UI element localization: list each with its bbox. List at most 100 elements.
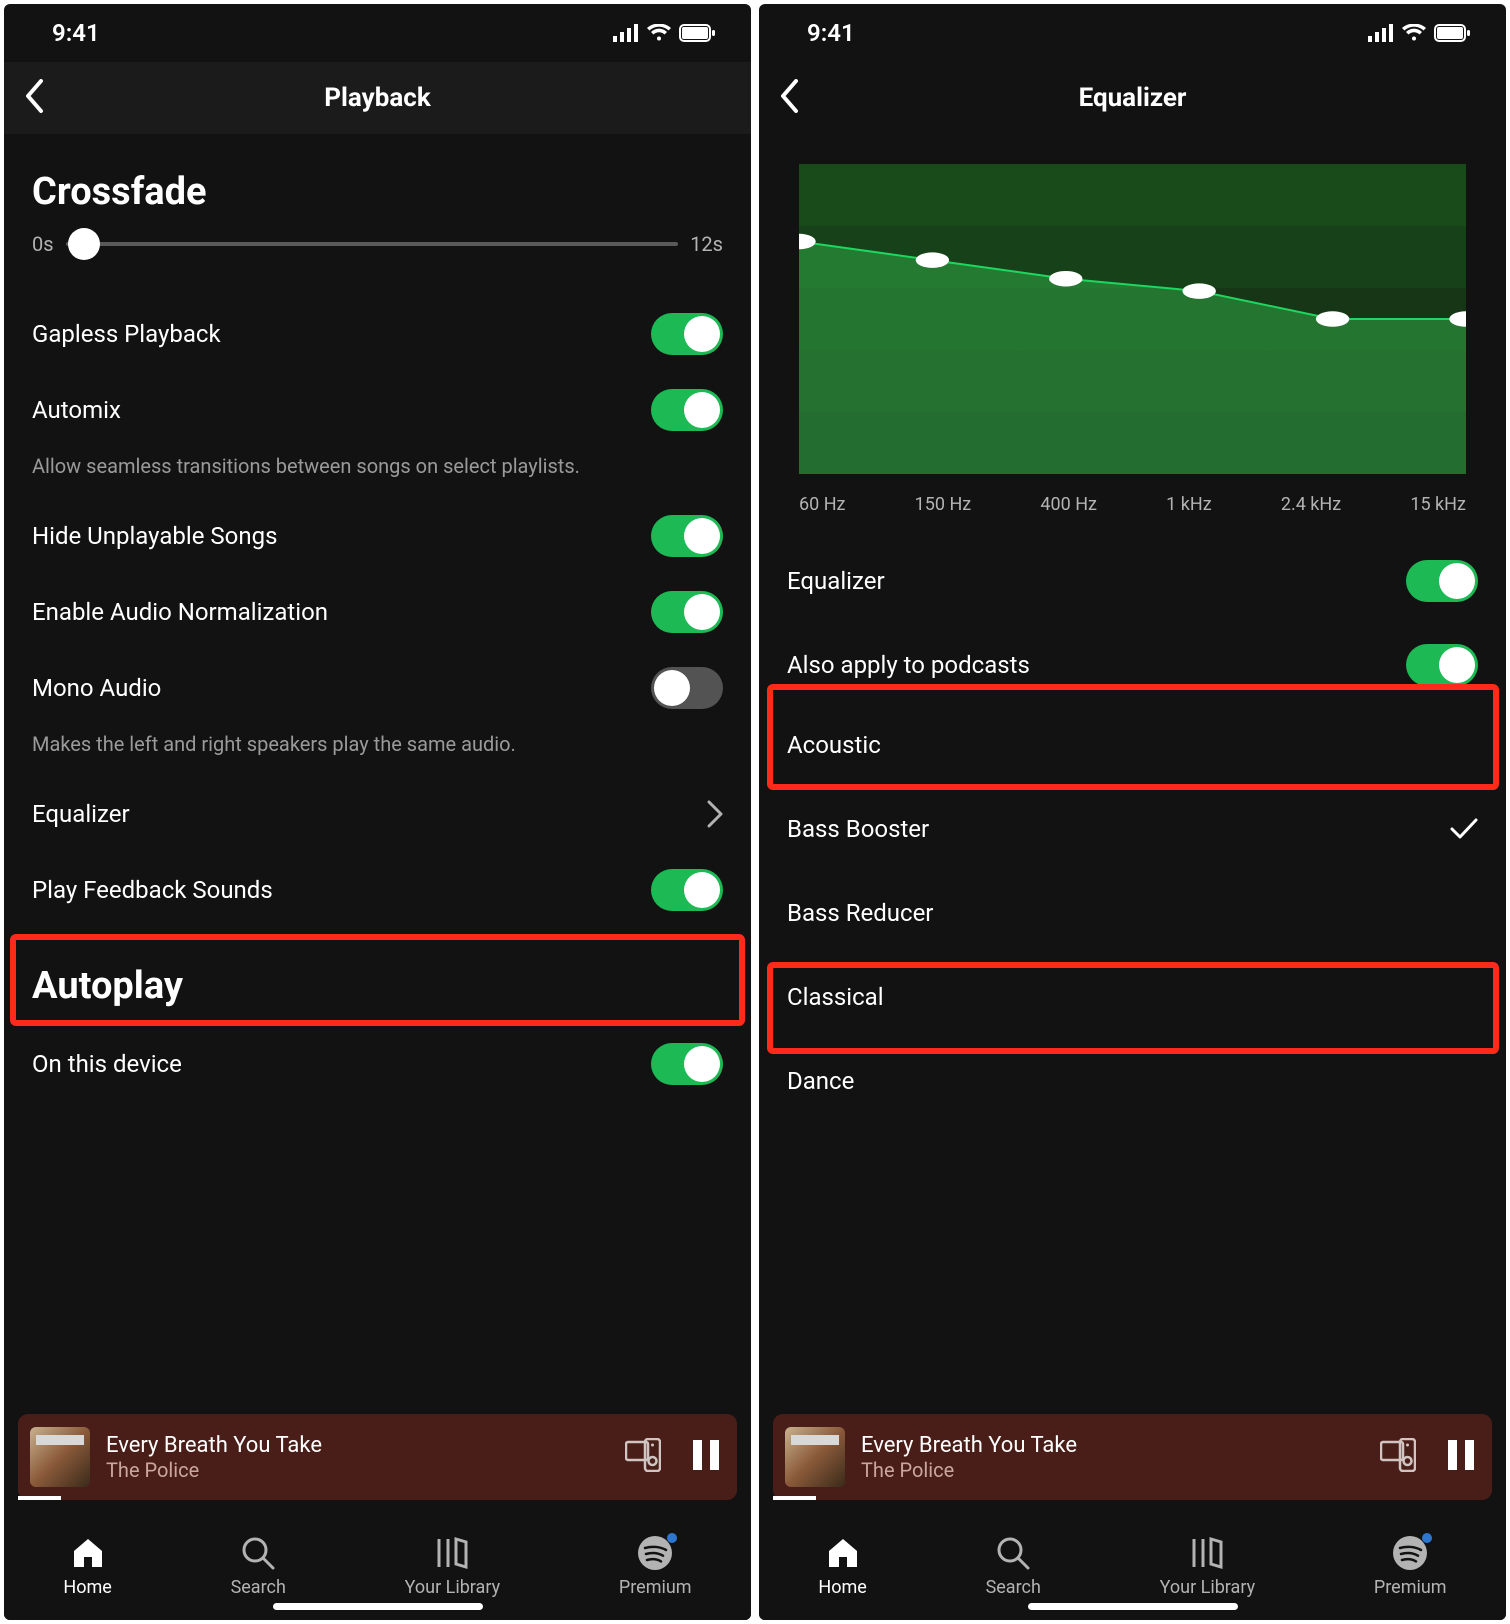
now-playing-artist: The Police bbox=[861, 1458, 1364, 1482]
back-button[interactable] bbox=[779, 79, 799, 117]
equalizer-content[interactable]: 60 Hz 150 Hz 400 Hz 1 kHz 2.4 kHz 15 kHz… bbox=[759, 134, 1506, 1414]
tab-label-premium: Premium bbox=[619, 1577, 692, 1598]
cellular-icon bbox=[1368, 24, 1394, 42]
now-playing-meta: Every Breath You Take The Police bbox=[861, 1433, 1364, 1482]
toggle-hide-unplayable[interactable] bbox=[651, 515, 723, 557]
home-icon bbox=[825, 1535, 861, 1571]
preset-classical[interactable]: Classical bbox=[787, 955, 1478, 1039]
toggle-gapless[interactable] bbox=[651, 313, 723, 355]
desc-mono: Makes the left and right speakers play t… bbox=[32, 730, 723, 758]
row-gapless: Gapless Playback bbox=[32, 296, 723, 372]
home-icon bbox=[70, 1535, 106, 1571]
toggle-podcasts[interactable] bbox=[1406, 644, 1478, 686]
label-equalizer-toggle: Equalizer bbox=[787, 567, 885, 595]
nav-header: Playback bbox=[4, 62, 751, 134]
preset-label: Bass Booster bbox=[787, 815, 929, 843]
now-playing-song: Every Breath You Take bbox=[106, 1433, 609, 1458]
devices-icon[interactable] bbox=[1380, 1438, 1416, 1476]
status-bar: 9:41 bbox=[4, 4, 751, 62]
tab-library[interactable]: Your Library bbox=[1160, 1535, 1255, 1598]
row-hide-unplayable: Hide Unplayable Songs bbox=[32, 498, 723, 574]
label-equalizer: Equalizer bbox=[32, 800, 130, 828]
slider-min: 0s bbox=[32, 232, 54, 256]
desc-automix: Allow seamless transitions between songs… bbox=[32, 452, 723, 480]
tab-label-home: Home bbox=[63, 1577, 111, 1598]
preset-bass-reducer[interactable]: Bass Reducer bbox=[787, 871, 1478, 955]
spotify-icon bbox=[637, 1535, 673, 1571]
status-time: 9:41 bbox=[52, 19, 100, 47]
preset-acoustic[interactable]: Acoustic bbox=[787, 703, 1478, 787]
row-mono: Mono Audio bbox=[32, 650, 723, 726]
tab-search[interactable]: Search bbox=[986, 1535, 1041, 1598]
notification-dot bbox=[1422, 1533, 1432, 1543]
spotify-icon bbox=[1392, 1535, 1428, 1571]
playback-progress bbox=[18, 1496, 61, 1500]
section-crossfade: Crossfade bbox=[32, 170, 723, 214]
home-indicator[interactable] bbox=[1028, 1603, 1238, 1610]
now-playing-bar[interactable]: Every Breath You Take The Police bbox=[773, 1414, 1492, 1500]
row-normalization: Enable Audio Normalization bbox=[32, 574, 723, 650]
preset-label: Acoustic bbox=[787, 731, 881, 759]
toggle-on-device[interactable] bbox=[651, 1043, 723, 1085]
battery-icon bbox=[1434, 24, 1470, 42]
tab-premium[interactable]: Premium bbox=[619, 1535, 692, 1598]
tab-home[interactable]: Home bbox=[63, 1535, 111, 1598]
battery-icon bbox=[679, 24, 715, 42]
slider-thumb[interactable] bbox=[68, 228, 100, 260]
page-title: Equalizer bbox=[1079, 83, 1187, 113]
settings-content[interactable]: Crossfade 0s 12s Gapless Playback Automi… bbox=[4, 134, 751, 1414]
tab-premium[interactable]: Premium bbox=[1374, 1535, 1447, 1598]
label-podcasts-toggle: Also apply to podcasts bbox=[787, 651, 1030, 679]
label-hide-unplayable: Hide Unplayable Songs bbox=[32, 522, 277, 550]
status-icons bbox=[1368, 24, 1470, 42]
row-podcasts-toggle: Also apply to podcasts bbox=[787, 627, 1478, 703]
toggle-feedback[interactable] bbox=[651, 869, 723, 911]
now-playing-song: Every Breath You Take bbox=[861, 1433, 1364, 1458]
status-icons bbox=[613, 24, 715, 42]
playback-screen: 9:41 Playback Crossfade 0s 12s bbox=[4, 4, 751, 1620]
row-on-device: On this device bbox=[32, 1026, 723, 1102]
preset-bass-booster[interactable]: Bass Booster bbox=[787, 787, 1478, 871]
eq-label-1: 150 Hz bbox=[915, 494, 972, 515]
equalizer-chart[interactable] bbox=[799, 164, 1466, 474]
tab-label-home: Home bbox=[818, 1577, 866, 1598]
eq-label-0: 60 Hz bbox=[799, 494, 845, 515]
search-icon bbox=[240, 1535, 276, 1571]
toggle-equalizer[interactable] bbox=[1406, 560, 1478, 602]
equalizer-screen: 9:41 Equalizer bbox=[759, 4, 1506, 1620]
tab-bar: Home Search Your Library Premium bbox=[759, 1500, 1506, 1620]
equalizer-freq-labels: 60 Hz 150 Hz 400 Hz 1 kHz 2.4 kHz 15 kHz bbox=[799, 494, 1466, 515]
status-bar: 9:41 bbox=[759, 4, 1506, 62]
chevron-right-icon bbox=[707, 800, 723, 828]
crossfade-slider[interactable] bbox=[66, 242, 679, 246]
now-playing-meta: Every Breath You Take The Police bbox=[106, 1433, 609, 1482]
section-autoplay: Autoplay bbox=[32, 964, 723, 1008]
crossfade-slider-row: 0s 12s bbox=[32, 232, 723, 256]
wifi-icon bbox=[647, 24, 671, 42]
tab-home[interactable]: Home bbox=[818, 1535, 866, 1598]
check-icon bbox=[1450, 818, 1478, 840]
toggle-mono[interactable] bbox=[651, 667, 723, 709]
nav-header: Equalizer bbox=[759, 62, 1506, 134]
now-playing-bar[interactable]: Every Breath You Take The Police bbox=[18, 1414, 737, 1500]
row-equalizer[interactable]: Equalizer bbox=[32, 776, 723, 852]
tab-bar: Home Search Your Library Premium bbox=[4, 1500, 751, 1620]
album-art[interactable] bbox=[30, 1427, 90, 1487]
preset-label: Classical bbox=[787, 983, 884, 1011]
tab-library[interactable]: Your Library bbox=[405, 1535, 500, 1598]
eq-label-2: 400 Hz bbox=[1040, 494, 1097, 515]
preset-dance[interactable]: Dance bbox=[787, 1039, 1478, 1123]
back-button[interactable] bbox=[24, 79, 44, 117]
toggle-normalization[interactable] bbox=[651, 591, 723, 633]
tab-label-search: Search bbox=[231, 1577, 286, 1598]
label-feedback: Play Feedback Sounds bbox=[32, 876, 273, 904]
pause-icon[interactable] bbox=[1448, 1440, 1474, 1474]
toggle-automix[interactable] bbox=[651, 389, 723, 431]
home-indicator[interactable] bbox=[273, 1603, 483, 1610]
row-automix: Automix bbox=[32, 372, 723, 448]
tab-search[interactable]: Search bbox=[231, 1535, 286, 1598]
album-art[interactable] bbox=[785, 1427, 845, 1487]
devices-icon[interactable] bbox=[625, 1438, 661, 1476]
pause-icon[interactable] bbox=[693, 1440, 719, 1474]
preset-label: Bass Reducer bbox=[787, 899, 933, 927]
